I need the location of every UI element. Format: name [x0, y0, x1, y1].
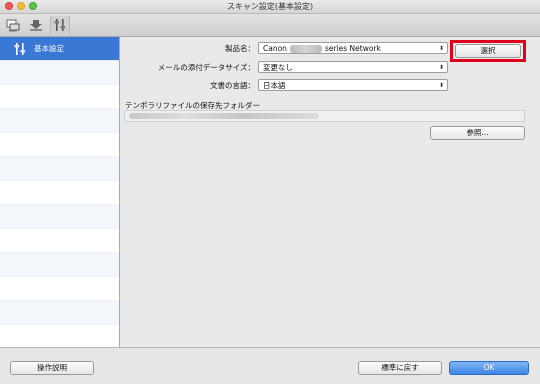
toolbar: [0, 14, 540, 37]
bottom-bar: 操作説明 標準に戻す OK: [0, 347, 540, 384]
scan-from-panel-icon: [30, 19, 42, 31]
document-language-select[interactable]: 日本語 ⬍: [258, 79, 448, 91]
browse-button[interactable]: 参照...: [430, 126, 525, 140]
product-name-row: 製品名： Canon series Network ⬍: [120, 42, 448, 54]
attachment-size-label: メールの添付データサイズ：: [157, 62, 255, 72]
scan-from-panel-tab[interactable]: [27, 16, 45, 34]
redacted-model-name: [289, 45, 322, 53]
product-name-select[interactable]: Canon series Network ⬍: [258, 42, 448, 54]
ok-button[interactable]: OK: [449, 361, 529, 375]
attachment-size-select[interactable]: 変更なし ⬍: [258, 61, 448, 73]
sidebar-empty-rows: [0, 61, 119, 347]
scan-from-pc-tab[interactable]: [4, 16, 22, 34]
attachment-size-row: メールの添付データサイズ： 変更なし ⬍: [120, 61, 448, 73]
settings-panel: 製品名： Canon series Network ⬍ 選択 メールの添付データサ…: [120, 37, 540, 347]
general-settings-tab[interactable]: [50, 16, 70, 34]
temp-folder-path-field: [124, 110, 525, 122]
document-language-row: 文書の言語： 日本語 ⬍: [120, 79, 448, 91]
title-bar: スキャン設定(基本設定): [0, 0, 540, 14]
product-name-label: 製品名：: [225, 43, 255, 53]
updown-arrow-icon: ⬍: [438, 64, 444, 71]
sidebar-item-general-settings[interactable]: 基本設定: [0, 37, 119, 61]
updown-arrow-icon: ⬍: [438, 45, 444, 52]
scan-settings-window: スキャン設定(基本設定) 基本設定 製品名： Canon series Netw…: [0, 0, 540, 384]
scan-from-pc-icon: [6, 19, 20, 31]
sidebar: 基本設定: [0, 37, 120, 347]
document-language-label: 文書の言語：: [210, 80, 255, 90]
help-button[interactable]: 操作説明: [10, 361, 94, 375]
highlight-annotation: [450, 40, 526, 62]
updown-arrow-icon: ⬍: [438, 82, 444, 89]
restore-defaults-button[interactable]: 標準に戻す: [358, 361, 442, 375]
window-title: スキャン設定(基本設定): [226, 2, 314, 11]
general-settings-icon: [54, 19, 66, 31]
settings-sliders-icon: [14, 42, 28, 56]
sidebar-item-label: 基本設定: [34, 44, 64, 53]
redacted-folder-path: [129, 113, 319, 119]
